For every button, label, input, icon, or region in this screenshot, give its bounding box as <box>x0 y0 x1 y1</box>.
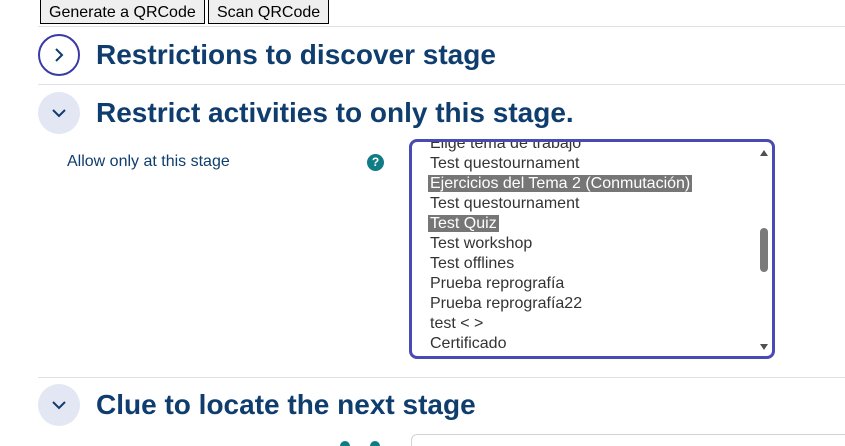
chevron-down-icon <box>52 401 66 410</box>
activity-option-label: Test workshop <box>430 235 533 252</box>
activity-option-label: Certificado <box>430 335 507 352</box>
activity-option[interactable]: Test workshop <box>428 234 754 254</box>
chevron-right-icon <box>55 48 64 62</box>
activity-option-label: Test questournament <box>430 155 580 172</box>
page: Generate a QRCode Scan QRCode Restrictio… <box>0 0 845 446</box>
activity-option-label: Test offlines <box>430 255 515 272</box>
scan-qrcode-button[interactable]: Scan QRCode <box>208 0 330 24</box>
section-divider <box>38 84 845 85</box>
activity-option[interactable]: Prueba reprografía22 <box>428 294 754 314</box>
activity-option-label: test < > <box>430 315 484 332</box>
activity-option[interactable]: Elige tema de trabajo <box>428 139 754 154</box>
activities-multiselect[interactable]: Elige tema de trabajo Test questournament… <box>409 139 775 359</box>
generate-qrcode-button[interactable]: Generate a QRCode <box>40 0 205 24</box>
activity-option[interactable]: test < > <box>428 314 754 334</box>
section-toggle-clue[interactable] <box>38 384 80 426</box>
activity-option-label: Prueba reprografía22 <box>430 295 583 312</box>
chevron-down-icon <box>52 109 66 118</box>
activity-option-label: Prueba reprografía <box>430 275 565 292</box>
section-title-restrict[interactable]: Restrict activities to only this stage. <box>96 96 574 130</box>
section-title-clue[interactable]: Clue to locate the next stage <box>96 388 476 422</box>
activity-option-label: Test Quiz <box>428 215 499 232</box>
activity-option[interactable]: Ejercicios del Tema 2 (Conmutación) <box>428 174 754 194</box>
activity-option[interactable]: Certificado <box>428 334 754 354</box>
section-divider <box>38 377 845 378</box>
clue-editor[interactable] <box>411 434 845 446</box>
section-toggle-discover[interactable] <box>38 34 80 76</box>
required-icon <box>340 441 350 446</box>
activity-option-label: Ejercicios del Tema 2 (Conmutación) <box>428 175 693 192</box>
activity-option[interactable]: Test Quiz <box>428 214 754 234</box>
activity-option[interactable]: Test questournament <box>428 154 754 174</box>
section-divider <box>38 26 845 27</box>
activity-option-label: Elige tema de trabajo <box>430 139 582 152</box>
activity-option-label: Test questournament <box>430 195 580 212</box>
scrollbar-thumb[interactable] <box>760 228 768 272</box>
help-icon[interactable]: ? <box>367 154 384 171</box>
scroll-down-arrow-icon[interactable] <box>760 344 768 350</box>
listbox-scrollbar[interactable] <box>758 146 770 354</box>
activity-option[interactable]: Test questournament <box>428 194 754 214</box>
activities-options: Elige tema de trabajo Test questournament… <box>428 139 754 354</box>
section-toggle-restrict[interactable] <box>38 92 80 134</box>
scroll-up-arrow-icon[interactable] <box>760 150 768 156</box>
section-title-discover[interactable]: Restrictions to discover stage <box>96 38 496 72</box>
allow-only-label: Allow only at this stage <box>67 153 230 170</box>
activity-option[interactable]: Test offlines <box>428 254 754 274</box>
activity-option[interactable]: Prueba reprografía <box>428 274 754 294</box>
help-icon[interactable] <box>370 441 380 446</box>
